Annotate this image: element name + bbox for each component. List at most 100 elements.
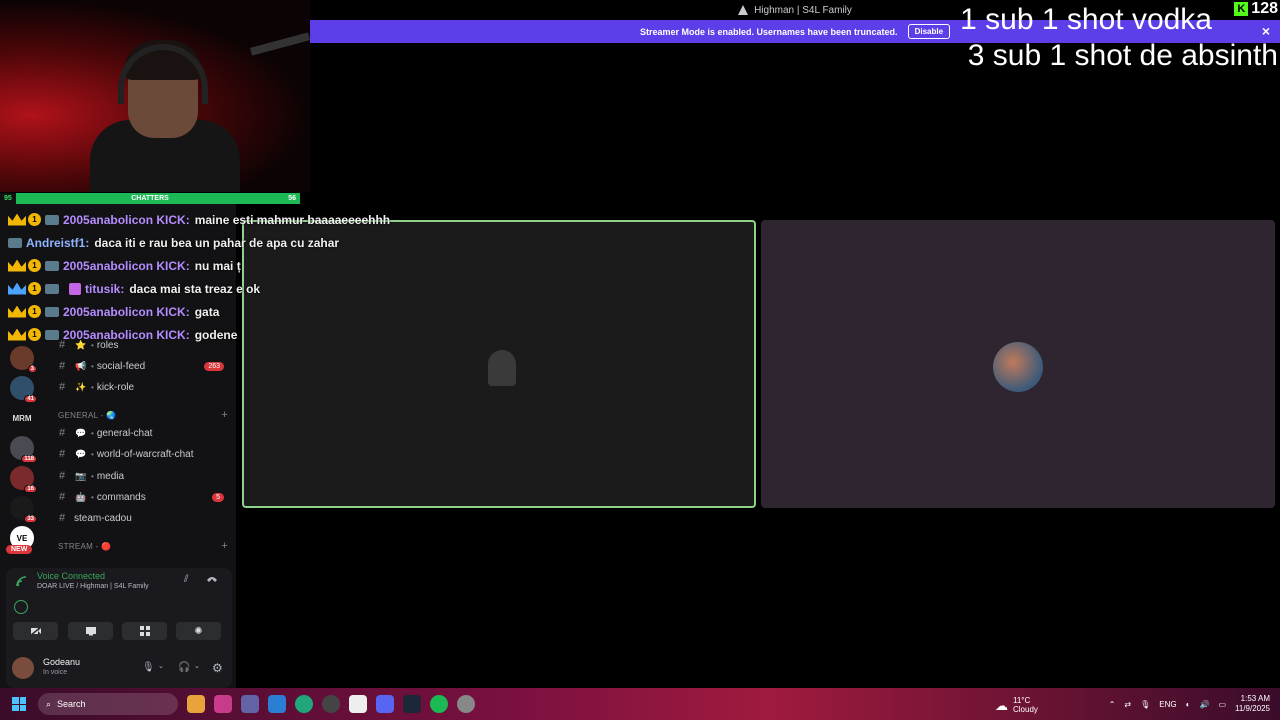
server-icon[interactable]: 3: [10, 346, 37, 373]
screen-share-button[interactable]: [68, 622, 113, 640]
channel-emoji: 💬: [75, 448, 87, 459]
crown-icon: [8, 328, 26, 341]
battery-icon[interactable]: ▭: [1218, 700, 1226, 709]
channel-dot: •: [91, 428, 94, 438]
chat-text: gata: [194, 304, 220, 319]
server-badge: 33: [24, 515, 37, 523]
server-badge: 118: [21, 455, 37, 463]
mic-icon[interactable]: 🎙: [1140, 700, 1150, 709]
clock-time: 1:53 AM: [1240, 694, 1270, 703]
server-badge: 41: [24, 395, 37, 403]
taskbar-search[interactable]: ⌕ Search: [38, 693, 178, 715]
weather-widget[interactable]: ☁ 11°C Cloudy: [995, 696, 1038, 714]
disconnect-icon[interactable]: [206, 574, 218, 587]
channel-name: general-chat: [96, 427, 153, 439]
channel-name: kick-role: [96, 381, 135, 393]
server-icon-mrm[interactable]: MRM: [10, 406, 34, 430]
app-logo-icon: [738, 5, 749, 15]
windows-taskbar: ⌕ Search ☁ 11°C Cloudy ⌃ ⇄ 🎙 ENG ◐ 🔊 ▭ 1…: [0, 688, 1280, 720]
wifi-icon[interactable]: ◐: [1186, 700, 1191, 709]
app-icon[interactable]: [457, 695, 475, 713]
chevron-down-icon[interactable]: ⌄: [158, 662, 164, 670]
activity-icon[interactable]: [14, 600, 28, 614]
chatters-left-count: 95: [0, 193, 16, 204]
hash-icon: #: [58, 360, 66, 372]
headphones-icon[interactable]: 🎧: [178, 662, 190, 673]
mail-icon[interactable]: [268, 695, 286, 713]
chat-text: godene: [194, 327, 238, 342]
channel-emoji: ✨: [75, 381, 87, 392]
chatters-right-count: 56: [288, 195, 296, 202]
hash-icon: #: [58, 381, 66, 393]
category-general[interactable]: GENERAL - 🌏 +: [58, 407, 228, 423]
video-tile-avatar[interactable]: [761, 220, 1275, 508]
search-label: Search: [57, 699, 86, 709]
overlay-line-2: 3 sub 1 shot de absinth: [967, 39, 1278, 72]
channel-media[interactable]: # 📷 • media: [44, 466, 234, 486]
sub-badge-icon: 1: [28, 259, 41, 272]
weather-desc: Cloudy: [1013, 705, 1038, 714]
channel-dot: •: [91, 471, 94, 481]
add-channel-icon[interactable]: +: [221, 409, 228, 421]
channel-commands[interactable]: # 🤖 • commands 5: [44, 487, 234, 507]
gear-icon[interactable]: ⚙: [212, 661, 223, 675]
store-icon[interactable]: [349, 695, 367, 713]
chat-text: maine esti mahmur baaaaeeeehhh: [194, 212, 391, 227]
hash-icon: #: [58, 448, 66, 460]
noise-suppression-icon[interactable]: ⫽: [184, 574, 188, 585]
camera-badge-icon: [45, 329, 59, 340]
voice-channel-name[interactable]: DOAR LIVE / Highman | S4L Family: [37, 583, 149, 590]
username: Godeanu: [43, 657, 81, 667]
category-stream[interactable]: STREAM - 🔴 +: [58, 538, 228, 554]
voice-status: Voice Connected: [37, 571, 106, 581]
channel-name: media: [96, 470, 125, 482]
activities-button[interactable]: [122, 622, 167, 640]
spotify-icon[interactable]: [430, 695, 448, 713]
add-channel-icon[interactable]: +: [221, 540, 228, 552]
clock[interactable]: 1:53 AM 11/9/2025: [1235, 694, 1270, 714]
teams-icon[interactable]: [241, 695, 259, 713]
camera-off-button[interactable]: [13, 622, 58, 640]
channel-emoji: 🤖: [75, 491, 87, 502]
steam-icon[interactable]: [403, 695, 421, 713]
windows-start-icon[interactable]: [12, 697, 26, 711]
chatters-bar: 95 CHATTERS 56: [0, 193, 300, 204]
app-icon[interactable]: [214, 695, 232, 713]
file-explorer-icon[interactable]: [187, 695, 205, 713]
channel-dot: •: [91, 492, 94, 502]
soundboard-button[interactable]: ✺: [176, 622, 221, 640]
network-icon[interactable]: ⇄: [1124, 700, 1131, 709]
channel-general-chat[interactable]: # 💬 • general-chat: [44, 423, 234, 443]
participant-avatar: [993, 342, 1043, 392]
chevron-up-icon[interactable]: ⌃: [1109, 700, 1116, 709]
unread-count: 263: [204, 361, 224, 371]
soundboard-icon: ✺: [194, 625, 203, 637]
channel-steam-cadou[interactable]: # steam-cadou: [44, 508, 234, 528]
server-icon[interactable]: 33: [10, 496, 37, 523]
channel-world-of-warcraft-chat[interactable]: # 💬 • world-of-warcraft-chat: [44, 444, 234, 464]
user-panel[interactable]: Godeanu In voice 🎙 ⌄ 🎧 ⌄ ⚙: [12, 654, 226, 684]
chevron-down-icon[interactable]: ⌄: [194, 662, 200, 670]
server-icon[interactable]: 118: [10, 436, 37, 463]
disable-streamer-mode-button[interactable]: Disable: [907, 24, 951, 39]
channel-emoji: 💬: [75, 427, 87, 438]
channel-social-feed[interactable]: # 📢 • social-feed 263: [44, 356, 234, 376]
activities-icon: [139, 626, 150, 636]
signal-icon[interactable]: [16, 576, 27, 590]
discord-icon[interactable]: [376, 695, 394, 713]
category-label: STREAM - 🔴: [58, 541, 112, 551]
channel-emoji: 📢: [75, 360, 87, 371]
server-icon[interactable]: 16: [10, 466, 37, 493]
edge-icon[interactable]: [295, 695, 313, 713]
channel-name: social-feed: [96, 360, 146, 372]
channel-kick-role[interactable]: # ✨ • kick-role: [44, 377, 234, 397]
server-icon[interactable]: 41: [10, 376, 37, 403]
volume-icon[interactable]: 🔊: [1199, 700, 1209, 709]
obs-icon[interactable]: [322, 695, 340, 713]
language-indicator[interactable]: ENG: [1159, 700, 1176, 709]
microphone-icon[interactable]: 🎙: [142, 662, 155, 673]
chat-text: daca mai sta treaz e ok: [129, 281, 261, 296]
avatar[interactable]: [12, 657, 34, 679]
server-label: MRM: [12, 413, 32, 423]
window-title: Highman | S4L Family: [754, 4, 852, 16]
